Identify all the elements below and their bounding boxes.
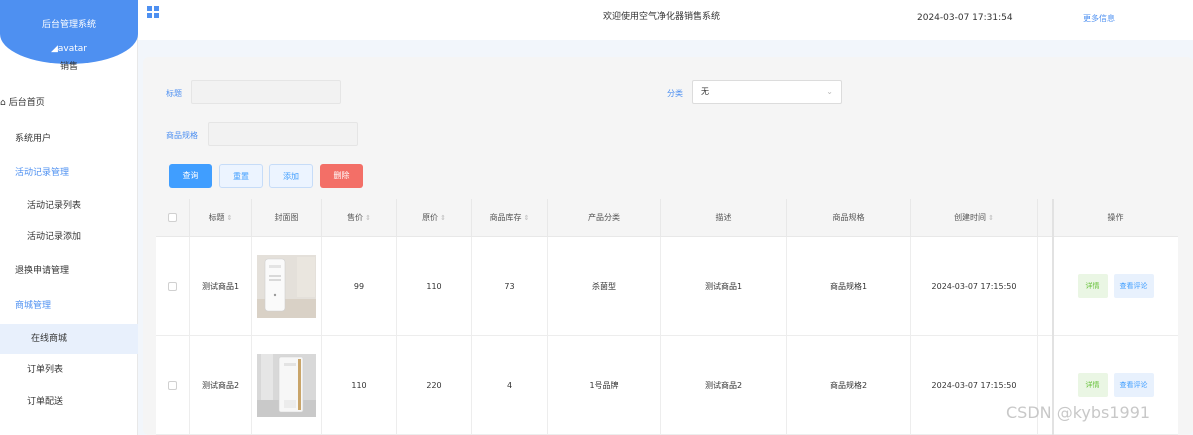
- reset-button[interactable]: 重置: [219, 164, 263, 188]
- cell-cover: [252, 336, 322, 435]
- cell-price: 110: [322, 336, 397, 435]
- sidebar-item-online-mall[interactable]: 在线商城: [0, 324, 138, 354]
- cell-actions: 详情 查看评论: [1053, 237, 1178, 336]
- view-reviews-button[interactable]: 查看评论: [1113, 373, 1154, 397]
- col-header-desc: 描述: [661, 199, 787, 237]
- row-checkbox[interactable]: [168, 281, 177, 291]
- sort-icon: ⇕: [226, 214, 233, 222]
- row-checkbox-cell: [156, 336, 190, 435]
- sidebar-item-orders[interactable]: 订单列表: [0, 355, 138, 385]
- col-header-actions: 操作: [1053, 199, 1178, 237]
- col-header-category: 产品分类: [548, 199, 661, 237]
- sidebar-item-activity-list[interactable]: 活动记录列表: [0, 191, 138, 221]
- broken-image-icon: ◢: [50, 44, 58, 54]
- cell-orig-price: 220: [397, 336, 472, 435]
- cell-desc: 测试商品1: [661, 237, 787, 336]
- category-select[interactable]: 无 ⌄: [692, 80, 842, 104]
- delete-button[interactable]: 删除: [320, 164, 363, 188]
- cell-spacer: [1038, 237, 1053, 336]
- cell-created: 2024-03-07 17:15:50: [911, 237, 1038, 336]
- cell-desc: 测试商品2: [661, 336, 787, 435]
- sort-icon: ⇕: [523, 214, 530, 222]
- products-table: 标题 ⇕ 封面图 售价 ⇕ 原价 ⇕ 商品库存 ⇕ 产品分类 描述 商品规格 创建时间 ⇕…: [156, 199, 1178, 435]
- row-checkbox[interactable]: [168, 380, 177, 390]
- sidebar-item-mall[interactable]: 商城管理: [0, 291, 138, 321]
- sort-icon: ⇕: [988, 214, 994, 222]
- chevron-down-icon: ⌄: [826, 87, 833, 96]
- home-icon: ⌂: [0, 98, 6, 108]
- watermark: CSDN @kybs1991: [1006, 403, 1151, 422]
- sidebar-item-home[interactable]: ⌂ 后台首页: [0, 88, 138, 118]
- avatar[interactable]: ◢avatar: [0, 44, 138, 54]
- col-header-orig-price[interactable]: 原价 ⇕: [397, 199, 472, 237]
- cell-title: 测试商品1: [190, 237, 252, 336]
- sidebar-item-system-users[interactable]: 系统用户: [0, 124, 138, 154]
- more-info-link[interactable]: 更多信息: [1083, 13, 1115, 24]
- product-image[interactable]: [257, 254, 316, 318]
- sidebar-item-activity-records[interactable]: 活动记录管理: [0, 158, 138, 188]
- cell-price: 99: [322, 237, 397, 336]
- view-reviews-button[interactable]: 查看评论: [1113, 274, 1154, 298]
- user-role: 销售: [59, 62, 78, 72]
- col-header-price[interactable]: 售价 ⇕: [322, 199, 397, 237]
- cell-orig-price: 110: [397, 237, 472, 336]
- title-filter-input[interactable]: [191, 80, 341, 104]
- col-header-stock[interactable]: 商品库存 ⇕: [472, 199, 548, 237]
- col-header-spec: 商品规格: [787, 199, 911, 237]
- cell-stock: 4: [472, 336, 548, 435]
- detail-button[interactable]: 详情: [1077, 373, 1108, 397]
- cell-category: 1号品牌: [548, 336, 661, 435]
- sidebar-item-delivery[interactable]: 订单配送: [0, 387, 138, 417]
- top-bar: 欢迎使用空气净化器销售系统 2024-03-07 17:31:54 更多信息: [138, 0, 1193, 40]
- spec-filter-input[interactable]: [208, 122, 358, 146]
- select-all-checkbox[interactable]: [168, 213, 177, 222]
- cell-cover: [252, 237, 322, 336]
- fixed-column-divider: [1052, 199, 1054, 435]
- cell-title: 测试商品2: [190, 336, 252, 435]
- sidebar-item-activity-add[interactable]: 活动记录添加: [0, 222, 138, 252]
- brand-header: 后台管理系统 ◢avatar: [0, 0, 138, 64]
- sort-icon: ⇕: [440, 214, 446, 222]
- current-datetime: 2024-03-07 17:31:54: [917, 13, 1013, 23]
- title-filter-label: 标题: [166, 89, 182, 98]
- query-button[interactable]: 查询: [169, 164, 212, 188]
- select-all-header: [156, 199, 190, 237]
- col-header-title[interactable]: 标题 ⇕: [190, 199, 252, 237]
- system-name: 后台管理系统: [41, 20, 96, 30]
- col-header-created[interactable]: 创建时间 ⇕: [911, 199, 1038, 237]
- col-header-spacer: [1038, 199, 1053, 237]
- add-button[interactable]: 添加: [269, 164, 313, 188]
- cell-spec: 商品规格1: [787, 237, 911, 336]
- sidebar-item-returns[interactable]: 退换申请管理: [0, 256, 138, 286]
- spec-filter-label: 商品规格: [166, 131, 198, 140]
- detail-button[interactable]: 详情: [1077, 274, 1108, 298]
- row-checkbox-cell: [156, 237, 190, 336]
- cell-stock: 73: [472, 237, 548, 336]
- sidebar: 后台管理系统 ◢avatar 销售 ⌂ 后台首页 系统用户 活动记录管理 活动记录…: [0, 0, 138, 435]
- category-filter-label: 分类: [667, 89, 683, 98]
- page-title: 欢迎使用空气净化器销售系统: [603, 12, 721, 22]
- menu-grid-icon[interactable]: [147, 6, 159, 18]
- sort-icon: ⇕: [365, 214, 371, 222]
- col-header-cover: 封面图: [252, 199, 322, 237]
- product-image[interactable]: [257, 353, 316, 417]
- cell-spec: 商品规格2: [787, 336, 911, 435]
- cell-category: 杀菌型: [548, 237, 661, 336]
